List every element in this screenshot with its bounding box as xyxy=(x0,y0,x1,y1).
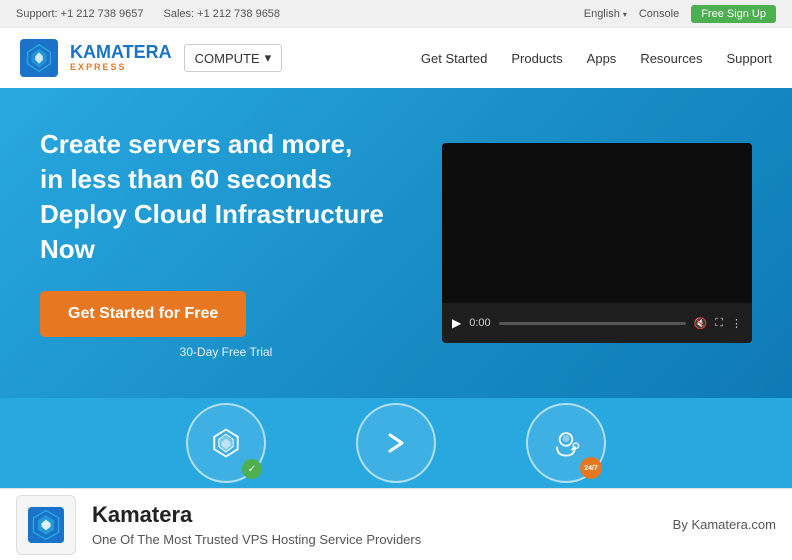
bottom-info: Kamatera One Of The Most Trusted VPS Hos… xyxy=(92,502,657,547)
bottom-site-title: Kamatera xyxy=(92,502,657,528)
video-player[interactable]: ▶ 0:00 🔇 ⛶ ⋮ xyxy=(442,143,752,343)
brand-name: KAMATERA xyxy=(70,43,172,63)
hero-title-line3: Deploy Cloud Infrastructure Now xyxy=(40,199,384,264)
top-bar-contact: Support: +1 212 738 9657 Sales: +1 212 7… xyxy=(16,8,280,20)
free-trial-label: 30-Day Free Trial xyxy=(40,345,412,359)
video-time: 0:00 xyxy=(469,317,490,329)
features-row: ✓ 24/7 xyxy=(0,398,792,488)
fullscreen-icon[interactable]: ⛶ xyxy=(715,317,723,330)
nav-get-started[interactable]: Get Started xyxy=(421,51,487,66)
bottom-by-label: By Kamatera.com xyxy=(673,517,776,532)
speed-svg-icon xyxy=(380,427,412,459)
brand-text: KAMATERA EXPRESS xyxy=(70,43,172,73)
support-phone: Support: +1 212 738 9657 xyxy=(16,8,144,20)
console-link[interactable]: Console xyxy=(639,8,679,20)
hero-title-line2: in less than 60 seconds xyxy=(40,164,332,194)
nav-left: KAMATERA EXPRESS COMPUTE ▾ xyxy=(20,39,282,77)
bottom-logo-icon xyxy=(28,507,64,543)
volume-icon[interactable]: 🔇 xyxy=(694,317,708,330)
sales-phone: Sales: +1 212 738 9658 xyxy=(164,8,281,20)
bottom-logo-box xyxy=(16,495,76,555)
navbar: KAMATERA EXPRESS COMPUTE ▾ Get Started P… xyxy=(0,28,792,88)
video-controls: ▶ 0:00 🔇 ⛶ ⋮ xyxy=(442,303,752,343)
nav-products[interactable]: Products xyxy=(511,51,562,66)
more-options-icon[interactable]: ⋮ xyxy=(731,317,742,330)
compute-label: COMPUTE xyxy=(195,51,260,66)
nav-apps[interactable]: Apps xyxy=(587,51,617,66)
top-bar: Support: +1 212 738 9657 Sales: +1 212 7… xyxy=(0,0,792,28)
hero-title: Create servers and more, in less than 60… xyxy=(40,127,412,267)
nav-links: Get Started Products Apps Resources Supp… xyxy=(421,51,772,66)
feature-speed-icon xyxy=(356,403,436,483)
nav-resources[interactable]: Resources xyxy=(640,51,702,66)
feature-support-icon: 24/7 xyxy=(526,403,606,483)
brand-express: EXPRESS xyxy=(70,63,172,73)
top-bar-actions: English ▾ Console Free Sign Up xyxy=(584,5,776,23)
support-24-7-badge: 24/7 xyxy=(580,457,602,479)
nav-support[interactable]: Support xyxy=(726,51,772,66)
video-screen xyxy=(442,143,752,303)
language-label: English xyxy=(584,8,620,20)
video-progress-bar[interactable] xyxy=(499,322,686,325)
kamatera-logo-icon xyxy=(20,39,58,77)
language-selector[interactable]: English ▾ xyxy=(584,8,627,20)
bottom-bar: Kamatera One Of The Most Trusted VPS Hos… xyxy=(0,488,792,560)
chevron-down-icon: ▾ xyxy=(265,50,272,66)
hero-title-line1: Create servers and more, xyxy=(40,129,352,159)
free-signup-button[interactable]: Free Sign Up xyxy=(691,5,776,23)
bottom-site-subtitle: One Of The Most Trusted VPS Hosting Serv… xyxy=(92,532,657,547)
check-badge: ✓ xyxy=(242,459,262,479)
get-started-button[interactable]: Get Started for Free xyxy=(40,291,246,337)
chevron-down-icon: ▾ xyxy=(623,10,627,19)
support-svg-icon xyxy=(548,425,584,461)
compute-dropdown-button[interactable]: COMPUTE ▾ xyxy=(184,44,283,72)
hero-section: Create servers and more, in less than 60… xyxy=(0,88,792,398)
hero-content: Create servers and more, in less than 60… xyxy=(40,127,412,359)
feature-servers-icon: ✓ xyxy=(186,403,266,483)
servers-svg-icon xyxy=(208,425,244,461)
play-button[interactable]: ▶ xyxy=(452,316,461,330)
